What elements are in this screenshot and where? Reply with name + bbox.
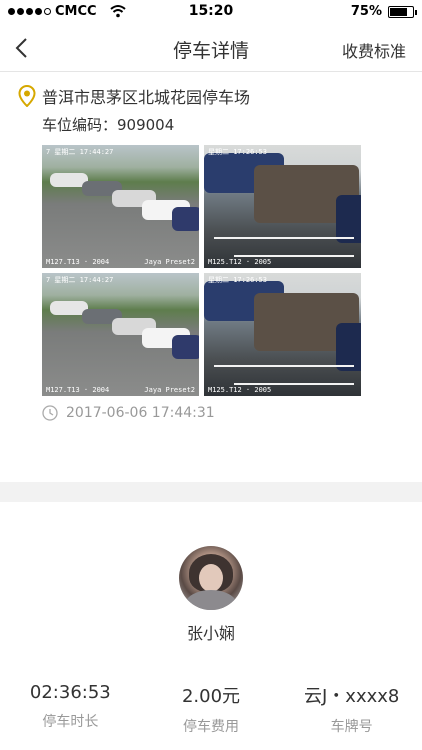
stat-label: 停车费用 [183, 719, 239, 735]
nav-bar: 停车详情 收费标准 [0, 24, 422, 72]
parking-location: 普洱市思茅区北城花园停车场 [42, 88, 251, 107]
status-bar: CMCC 15:20 75% [0, 0, 422, 24]
photo-caption: M125.T12 · 2005 [208, 386, 357, 394]
photo-grid: 7 星期二 17:44:27 M127.T13 · 2004 Jaya Preset… [42, 145, 362, 396]
photo-timestamp: 7 星期二 17:44:27 [46, 276, 114, 284]
battery-icon [388, 6, 417, 18]
section-divider [0, 482, 422, 502]
parking-photo[interactable]: 星期二 17:26:53 M125.T12 · 2005 [204, 145, 361, 268]
parking-photo[interactable]: 7 星期二 17:44:27 M127.T13 · 2004 Jaya Preset… [42, 145, 199, 268]
stat-value: 02:36:53 [29, 682, 111, 703]
capture-time: 2017-06-06 17:44:31 [66, 405, 215, 421]
location-pin-icon [18, 85, 36, 107]
photo-timestamp: 星期二 17:26:53 [208, 148, 267, 156]
capture-time-row: 2017-06-06 17:44:31 [42, 405, 215, 421]
photo-caption: M125.T12 · 2005 [208, 258, 357, 266]
stat-item: 02:36:53 停车时长 [0, 682, 141, 736]
clock-icon [42, 405, 58, 421]
battery-percent: 75% [350, 4, 382, 19]
stat-value: 2.00元 [181, 686, 241, 707]
parking-photo[interactable]: 星期二 17:26:53 M125.T12 · 2005 [204, 273, 361, 396]
parking-stats: 02:36:53 停车时长 2.00元 停车费用 云J・xxxx8 车牌号 [0, 682, 422, 736]
stat-value: 云J・xxxx8 [303, 686, 400, 707]
stat-item: 云J・xxxx8 车牌号 [281, 682, 422, 736]
camera-preset: Jaya Preset2 [144, 386, 195, 394]
camera-id: M127.T13 · 2004 [46, 258, 110, 266]
photo-timestamp: 星期二 17:26:53 [208, 276, 267, 284]
fee-standard-button[interactable]: 收费标准 [342, 38, 406, 62]
location-row: 普洱市思茅区北城花园停车场 [18, 84, 250, 108]
avatar [179, 546, 243, 610]
camera-id: M125.T12 · 2005 [208, 386, 272, 394]
stat-label: 停车时长 [42, 714, 99, 730]
parking-photo[interactable]: 7 星期二 17:44:27 M127.T13 · 2004 Jaya Preset… [42, 273, 199, 396]
user-name: 张小娴 [186, 624, 235, 643]
space-code: 车位编码：909004 [42, 116, 175, 134]
camera-preset: Jaya Preset2 [144, 258, 195, 266]
camera-id: M125.T12 · 2005 [208, 258, 272, 266]
photo-caption: M127.T13 · 2004 Jaya Preset2 [46, 258, 195, 266]
photo-timestamp: 7 星期二 17:44:27 [46, 148, 114, 156]
camera-id: M127.T13 · 2004 [46, 386, 110, 394]
stat-item: 2.00元停车费用 [141, 682, 282, 736]
photo-caption: M127.T13 · 2004 Jaya Preset2 [46, 386, 195, 394]
stat-label: 车牌号 [330, 719, 373, 735]
